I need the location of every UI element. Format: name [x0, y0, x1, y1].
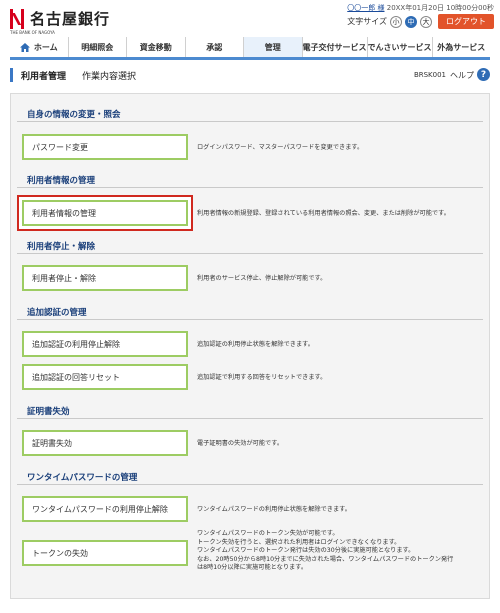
- section-divider: [17, 253, 483, 254]
- page-title: 利用者管理: [21, 71, 67, 82]
- token-revoke-button[interactable]: トークンの失効: [22, 540, 188, 566]
- nav-home[interactable]: ホーム: [10, 37, 69, 57]
- user-info: 〇〇一郎 様 20XX年01月20日 10時00分00秒: [347, 3, 494, 13]
- additional-auth-unlock-button[interactable]: 追加認証の利用停止解除: [22, 331, 188, 357]
- token-revoke-desc-line: ワンタイムパスワードのトークン発行は失効の30分後に実施可能となります。: [197, 547, 415, 555]
- last-login-time: 20XX年01月20日 10時00分00秒: [386, 4, 494, 12]
- global-nav: ホーム 明細照会 資金移動 承認 管理 電子交付サービス でんさいサービス 外為…: [10, 37, 490, 60]
- section-divider: [17, 187, 483, 188]
- otp-unlock-desc: ワンタイムパスワードの利用停止状態を解除できます。: [197, 506, 351, 513]
- font-size-large-button[interactable]: 大: [420, 15, 432, 28]
- help-link[interactable]: ヘルプ: [450, 70, 474, 81]
- user-suspend-button[interactable]: 利用者停止・解除: [22, 265, 188, 291]
- bank-name: 名古屋銀行: [30, 10, 111, 28]
- bank-logo-icon: THE BANK OF NAGOYA: [10, 8, 55, 35]
- token-revoke-desc-line: は8時10分以降に実施可能となります。: [197, 564, 308, 572]
- user-suspend-desc: 利用者のサービス停止、停止解除が可能です。: [197, 275, 327, 282]
- section-title-self-info: 自身の情報の変更・照会: [27, 110, 121, 120]
- bank-logo-subtext: THE BANK OF NAGOYA: [10, 29, 55, 35]
- header: THE BANK OF NAGOYA 名古屋銀行 〇〇一郎 様 20XX年01月…: [0, 0, 500, 40]
- password-change-button[interactable]: パスワード変更: [22, 134, 188, 160]
- section-divider: [17, 319, 483, 320]
- nav-approval[interactable]: 承認: [186, 37, 244, 57]
- user-info-management-desc: 利用者情報の新規登録、登録されている利用者情報の照会、変更、または削除が可能です…: [197, 210, 450, 217]
- nav-forex[interactable]: 外為サービス: [433, 37, 491, 57]
- font-size-small-button[interactable]: 小: [390, 15, 402, 28]
- token-revoke-desc-line: トークン失効を行うと、選択された利用者はログインできなくなります。: [197, 538, 401, 546]
- nav-densai[interactable]: でんさいサービス: [368, 37, 433, 57]
- token-revoke-desc-line: ワンタイムパスワードのトークン失効が可能です。: [197, 530, 339, 537]
- password-change-desc: ログインパスワード、マスターパスワードを変更できます。: [197, 144, 364, 151]
- logout-button[interactable]: ログアウト: [438, 14, 494, 29]
- section-title-user-info: 利用者情報の管理: [27, 176, 96, 186]
- token-revoke-desc: ワンタイムパスワードのトークン失効が可能です。 トークン失効を行うと、選択された…: [197, 530, 485, 573]
- bank-logo[interactable]: THE BANK OF NAGOYA 名古屋銀行: [10, 8, 111, 35]
- font-size-label: 文字サイズ: [347, 17, 387, 26]
- nav-e-delivery[interactable]: 電子交付サービス: [303, 37, 368, 57]
- title-accent: [10, 68, 13, 82]
- cert-revoke-button[interactable]: 証明書失効: [22, 430, 188, 456]
- page-subtitle: 作業内容選択: [82, 71, 137, 82]
- nav-management[interactable]: 管理: [244, 37, 303, 57]
- font-size-medium-button[interactable]: 中: [405, 15, 417, 28]
- additional-auth-reset-desc: 追加認証で利用する回答をリセットできます。: [197, 374, 327, 381]
- section-title-cert-revoke: 証明書失効: [27, 407, 70, 417]
- user-name-link[interactable]: 〇〇一郎 様: [347, 4, 384, 12]
- font-size-control: 文字サイズ 小 中 大 ログアウト: [347, 14, 494, 29]
- otp-unlock-button[interactable]: ワンタイムパスワードの利用停止解除: [22, 496, 188, 522]
- nav-statements[interactable]: 明細照会: [69, 37, 127, 57]
- user-info-management-button[interactable]: 利用者情報の管理: [22, 200, 188, 226]
- screen-code: BRSK001: [413, 71, 446, 79]
- section-divider: [17, 121, 483, 122]
- task-selection-panel: 自身の情報の変更・照会 パスワード変更 ログインパスワード、マスターパスワードを…: [10, 93, 490, 599]
- section-title-otp: ワンタイムパスワードの管理: [27, 473, 138, 483]
- nav-home-label: ホーム: [33, 42, 58, 52]
- additional-auth-unlock-desc: 追加認証の利用停止状態を解除できます。: [197, 341, 314, 348]
- section-divider: [17, 484, 483, 485]
- section-divider: [17, 418, 483, 419]
- cert-revoke-desc: 電子証明書の失効が可能です。: [197, 440, 284, 447]
- home-icon: [19, 42, 30, 52]
- help-icon[interactable]: ?: [477, 68, 490, 81]
- section-title-user-suspend: 利用者停止・解除: [27, 242, 96, 252]
- section-title-additional-auth: 追加認証の管理: [27, 308, 87, 318]
- additional-auth-reset-button[interactable]: 追加認証の回答リセット: [22, 364, 188, 390]
- page-title-bar: 利用者管理 作業内容選択 BRSK001 ヘルプ ?: [10, 64, 490, 86]
- nav-transfer[interactable]: 資金移動: [127, 37, 186, 57]
